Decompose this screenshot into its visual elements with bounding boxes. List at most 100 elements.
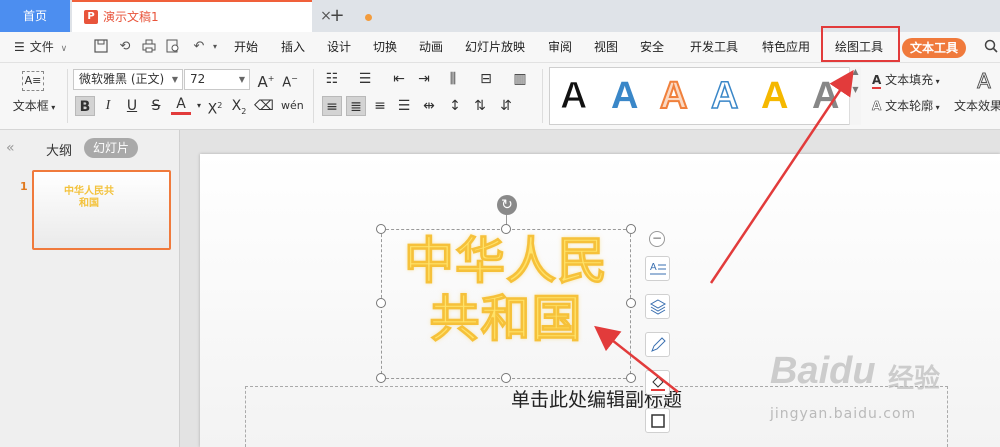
bold-button[interactable]: B: [75, 96, 95, 116]
save-icon[interactable]: [93, 39, 109, 55]
document-tab-title: 演示文稿1: [103, 10, 159, 24]
menu-text-tools[interactable]: 文本工具: [902, 38, 966, 58]
watermark-logo: Baidu: [770, 350, 876, 392]
italic-button[interactable]: I: [98, 96, 118, 116]
align-text-icon[interactable]: ⊟: [476, 69, 496, 89]
paragraph-spacing-icon[interactable]: ⇅: [470, 96, 490, 116]
text-effect-button[interactable]: 文本效果: [954, 97, 1000, 114]
font-size-select[interactable]: 72 ▼: [184, 69, 250, 90]
pen-button[interactable]: [645, 332, 670, 357]
undo-dropdown-icon[interactable]: ▾: [207, 39, 223, 55]
line-spacing-icon[interactable]: ↕: [445, 96, 465, 116]
wordart-gallery[interactable]: A A A A A A: [549, 67, 861, 125]
numbered-list-icon[interactable]: ☰: [355, 69, 375, 89]
menu-view[interactable]: 视图: [594, 32, 618, 63]
font-family-value: 微软雅黑 (正文): [79, 72, 165, 86]
ribbon-toolbar: A≡ 文本框 ▾ 微软雅黑 (正文) ▼ 72 ▼ A+ A− B I U S A …: [0, 63, 1000, 130]
distribute-button[interactable]: ⇹: [419, 96, 439, 116]
resize-handle[interactable]: [376, 373, 386, 383]
resize-handle[interactable]: [501, 373, 511, 383]
menu-start[interactable]: 开始: [234, 32, 258, 63]
align-left-button[interactable]: ≡: [322, 96, 342, 116]
rotate-handle-icon[interactable]: ↻: [497, 195, 517, 215]
slide-title-line2: 共和国: [429, 290, 583, 349]
file-menu-label: 文件: [29, 40, 54, 54]
tab-outline[interactable]: 大纲: [46, 140, 72, 159]
wordart-style-1[interactable]: A: [559, 76, 587, 117]
menu-security[interactable]: 安全: [640, 32, 664, 63]
tab-document[interactable]: P 演示文稿1: [72, 0, 372, 32]
fill-bucket-icon: [651, 376, 665, 391]
font-family-select[interactable]: 微软雅黑 (正文) ▼: [73, 69, 183, 90]
subscript-button[interactable]: X2: [229, 96, 249, 116]
thumbnail-title: 中华人民共和国: [64, 186, 114, 209]
text-format-icon: A: [650, 262, 666, 275]
menu-review[interactable]: 审阅: [548, 32, 572, 63]
unsaved-dot-icon: [365, 14, 372, 21]
superscript-button[interactable]: X2: [205, 96, 225, 118]
align-right-button[interactable]: ≡: [370, 96, 390, 116]
align-center-button[interactable]: ≣: [346, 96, 366, 116]
layers-icon: [649, 299, 667, 315]
wordart-style-2[interactable]: A: [611, 76, 638, 116]
chevron-down-icon: ∨: [60, 44, 68, 54]
collapse-panel-icon[interactable]: «: [6, 140, 15, 156]
columns-icon[interactable]: ▥: [510, 69, 530, 89]
format-painter-icon[interactable]: ⟲: [117, 39, 133, 55]
text-fill-button[interactable]: A 文本填充 ▾: [872, 71, 952, 89]
print-icon[interactable]: [141, 39, 157, 55]
text-outline-button[interactable]: A 文本轮廓 ▾: [872, 97, 952, 114]
text-outline-icon: A: [872, 99, 882, 114]
text-format-button[interactable]: A: [645, 256, 670, 281]
wordart-style-6[interactable]: A: [812, 76, 839, 116]
pen-icon: [651, 337, 666, 352]
tab-home[interactable]: 首页: [0, 0, 70, 32]
layers-button[interactable]: [645, 294, 670, 319]
font-size-value: 72: [190, 72, 206, 86]
shrink-font-icon[interactable]: A−: [280, 69, 300, 90]
phonetic-icon[interactable]: wén: [281, 96, 304, 116]
font-color-button[interactable]: A: [171, 96, 191, 115]
justify-button[interactable]: ☰: [394, 96, 414, 116]
new-tab-button[interactable]: +: [327, 0, 347, 32]
menu-slideshow[interactable]: 幻灯片放映: [465, 32, 525, 63]
text-effect-icon[interactable]: A: [973, 69, 995, 94]
wordart-style-4[interactable]: A: [710, 75, 739, 117]
file-menu[interactable]: ☰ 文件 ∨: [14, 32, 67, 65]
eraser-icon[interactable]: ⌫: [254, 96, 274, 116]
text-direction-icon[interactable]: ⫼: [443, 69, 463, 89]
slide-thumbnail[interactable]: 中华人民共和国: [32, 170, 171, 250]
fill-button[interactable]: [645, 370, 670, 395]
gallery-scrollbar[interactable]: ▲ ▼: [849, 67, 861, 125]
bullet-list-icon[interactable]: ☷: [322, 69, 342, 89]
textbox-button[interactable]: 文本框 ▾: [9, 97, 59, 114]
menu-transition[interactable]: 切换: [373, 32, 397, 63]
menu-design[interactable]: 设计: [327, 32, 351, 63]
presentation-icon: P: [84, 10, 98, 24]
menu-insert[interactable]: 插入: [281, 32, 305, 63]
watermark-text: 经验: [888, 364, 941, 394]
strikethrough-button[interactable]: S: [146, 96, 166, 116]
search-icon[interactable]: [984, 39, 998, 53]
resize-handle[interactable]: [626, 373, 636, 383]
wordart-style-3[interactable]: A: [659, 75, 688, 117]
wordart-style-5[interactable]: A: [761, 76, 788, 116]
print-preview-icon[interactable]: [165, 39, 181, 55]
tab-slides[interactable]: 幻灯片: [84, 138, 138, 158]
text-fill-icon: A: [872, 73, 882, 89]
menu-developer[interactable]: 开发工具: [690, 32, 738, 63]
outline-button[interactable]: [645, 408, 670, 433]
chevron-down-icon: ▼: [171, 75, 178, 84]
undo-icon[interactable]: ↶: [191, 39, 207, 55]
paragraph-settings-icon[interactable]: ⇵: [496, 96, 516, 116]
increase-indent-icon[interactable]: ⇥: [414, 69, 434, 89]
textbox-icon[interactable]: A≡: [22, 71, 44, 91]
collapse-toolbar-icon[interactable]: −: [649, 231, 665, 247]
menu-special[interactable]: 特色应用: [762, 32, 810, 63]
grow-font-icon[interactable]: A+: [256, 69, 276, 91]
underline-button[interactable]: U: [122, 96, 142, 116]
decrease-indent-icon[interactable]: ⇤: [389, 69, 409, 89]
menu-animation[interactable]: 动画: [419, 32, 443, 63]
slide-title-line1: 中华人民: [404, 232, 608, 291]
slide-title[interactable]: 中华人民 共和国: [381, 232, 631, 349]
